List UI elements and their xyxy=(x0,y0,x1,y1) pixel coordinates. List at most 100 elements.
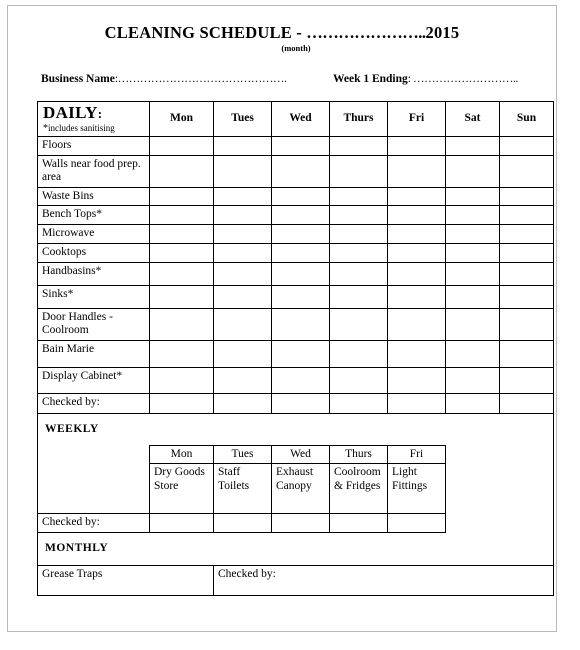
daily-cell[interactable] xyxy=(445,242,500,263)
daily-cell[interactable] xyxy=(271,224,330,244)
daily-cell[interactable] xyxy=(445,135,500,156)
weekly-checked-by-cell[interactable] xyxy=(149,513,214,534)
daily-cell[interactable] xyxy=(213,307,272,341)
daily-cell[interactable] xyxy=(149,366,214,394)
daily-checked-by-cell[interactable] xyxy=(271,392,330,414)
page-title: CLEANING SCHEDULE - …………………..2015 xyxy=(8,23,556,42)
daily-checked-by-cell[interactable] xyxy=(329,392,388,414)
daily-cell[interactable] xyxy=(213,284,272,309)
daily-cell[interactable] xyxy=(271,261,330,286)
daily-cell[interactable] xyxy=(499,224,554,244)
daily-cell[interactable] xyxy=(387,307,446,341)
daily-cell[interactable] xyxy=(499,339,554,368)
daily-cell[interactable] xyxy=(271,135,330,156)
daily-cell[interactable] xyxy=(445,284,500,309)
daily-cell[interactable] xyxy=(271,205,330,226)
daily-checked-by-cell[interactable] xyxy=(499,392,554,414)
daily-cell[interactable] xyxy=(387,366,446,394)
daily-cell[interactable] xyxy=(149,224,214,244)
daily-cell[interactable] xyxy=(149,135,214,156)
daily-cell[interactable] xyxy=(329,366,388,394)
daily-cell[interactable] xyxy=(387,154,446,188)
weekly-day-header-thurs: Thurs xyxy=(329,445,388,465)
daily-cell[interactable] xyxy=(387,339,446,368)
daily-cell[interactable] xyxy=(445,261,500,286)
daily-cell[interactable] xyxy=(149,205,214,226)
daily-cell[interactable] xyxy=(499,242,554,263)
cleaning-schedule-table: DAILY: *includes sanitising Mon Tues Wed… xyxy=(37,100,554,596)
weekly-checked-by-cell[interactable] xyxy=(387,513,446,534)
daily-cell[interactable] xyxy=(149,284,214,309)
weekly-checked-by-cell[interactable] xyxy=(213,513,272,534)
daily-checked-by-cell[interactable] xyxy=(149,392,214,414)
daily-cell[interactable] xyxy=(329,284,388,309)
daily-checked-by-cell[interactable] xyxy=(387,392,446,414)
daily-cell[interactable] xyxy=(271,186,330,207)
daily-cell[interactable] xyxy=(149,339,214,368)
daily-cell[interactable] xyxy=(387,205,446,226)
daily-cell[interactable] xyxy=(387,186,446,207)
daily-cell[interactable] xyxy=(271,242,330,263)
daily-cell[interactable] xyxy=(149,186,214,207)
daily-cell[interactable] xyxy=(149,307,214,341)
daily-cell[interactable] xyxy=(213,242,272,263)
daily-cell[interactable] xyxy=(499,154,554,188)
daily-cell[interactable] xyxy=(387,284,446,309)
daily-cell[interactable] xyxy=(387,242,446,263)
daily-cell[interactable] xyxy=(499,284,554,309)
daily-cell[interactable] xyxy=(499,205,554,226)
daily-cell[interactable] xyxy=(329,224,388,244)
daily-cell[interactable] xyxy=(499,186,554,207)
daily-cell[interactable] xyxy=(499,261,554,286)
daily-task-display-cabinet: Display Cabinet* xyxy=(37,366,150,394)
daily-cell[interactable] xyxy=(213,186,272,207)
monthly-checked-by-label[interactable]: Checked by: xyxy=(213,564,554,596)
daily-cell[interactable] xyxy=(213,205,272,226)
daily-cell[interactable] xyxy=(387,261,446,286)
daily-cell[interactable] xyxy=(213,135,272,156)
daily-cell[interactable] xyxy=(445,307,500,341)
daily-cell[interactable] xyxy=(213,224,272,244)
daily-cell[interactable] xyxy=(329,261,388,286)
weekly-checked-by-cell[interactable] xyxy=(329,513,388,534)
daily-cell[interactable] xyxy=(271,154,330,188)
weekly-day-header-mon: Mon xyxy=(149,445,214,465)
daily-cell[interactable] xyxy=(213,339,272,368)
daily-cell[interactable] xyxy=(213,366,272,394)
daily-cell[interactable] xyxy=(149,242,214,263)
daily-cell[interactable] xyxy=(445,186,500,207)
daily-cell[interactable] xyxy=(499,307,554,341)
daily-cell[interactable] xyxy=(271,366,330,394)
daily-cell[interactable] xyxy=(213,261,272,286)
daily-cell[interactable] xyxy=(445,154,500,188)
daily-cell[interactable] xyxy=(329,242,388,263)
business-name-field[interactable]: Business Name:………………………………………. xyxy=(41,73,333,87)
daily-cell[interactable] xyxy=(387,224,446,244)
daily-cell[interactable] xyxy=(329,135,388,156)
weekly-checked-by-cell[interactable] xyxy=(271,513,330,534)
daily-checked-by-cell[interactable] xyxy=(445,392,500,414)
daily-cell[interactable] xyxy=(445,339,500,368)
daily-cell[interactable] xyxy=(329,339,388,368)
daily-checked-by-cell[interactable] xyxy=(213,392,272,414)
daily-cell[interactable] xyxy=(213,154,272,188)
daily-cell[interactable] xyxy=(149,261,214,286)
daily-cell[interactable] xyxy=(445,205,500,226)
daily-cell[interactable] xyxy=(271,339,330,368)
daily-cell[interactable] xyxy=(329,186,388,207)
daily-cell[interactable] xyxy=(445,366,500,394)
week-ending-field[interactable]: Week 1 Ending: ……………………….. xyxy=(333,73,518,87)
table-row: Sinks* xyxy=(37,284,554,309)
daily-cell[interactable] xyxy=(149,154,214,188)
daily-cell[interactable] xyxy=(499,135,554,156)
weekly-heading: WEEKLY xyxy=(37,413,554,446)
daily-cell[interactable] xyxy=(329,205,388,226)
daily-cell[interactable] xyxy=(329,154,388,188)
daily-cell[interactable] xyxy=(271,307,330,341)
daily-cell[interactable] xyxy=(387,135,446,156)
daily-cell[interactable] xyxy=(445,224,500,244)
daily-cell[interactable] xyxy=(271,284,330,309)
daily-cell[interactable] xyxy=(499,366,554,394)
business-name-blank: :………………………………………. xyxy=(114,73,287,86)
daily-cell[interactable] xyxy=(329,307,388,341)
